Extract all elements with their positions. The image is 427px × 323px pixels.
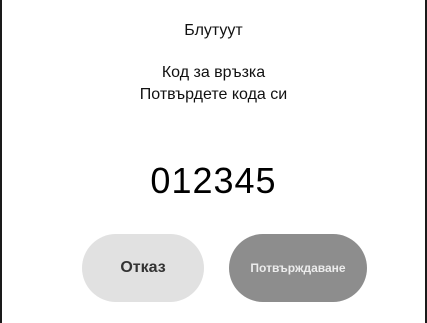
pairing-code: 012345 — [150, 160, 277, 201]
message-line-2: Потвърдете кода си — [139, 86, 288, 103]
dialog-message: Код за връзка Потвърдете кода си — [0, 62, 427, 106]
confirm-button-label: Потвърждаване — [250, 261, 346, 275]
cancel-button-label: Отказ — [120, 259, 166, 276]
bluetooth-pairing-dialog: Блутуут Код за връзка Потвърдете кода си… — [0, 0, 427, 323]
confirm-button[interactable]: Потвърждаване — [229, 234, 367, 302]
message-line-1: Код за връзка — [161, 64, 266, 81]
dialog-title: Блутуут — [184, 22, 243, 39]
cancel-button[interactable]: Отказ — [82, 234, 204, 302]
